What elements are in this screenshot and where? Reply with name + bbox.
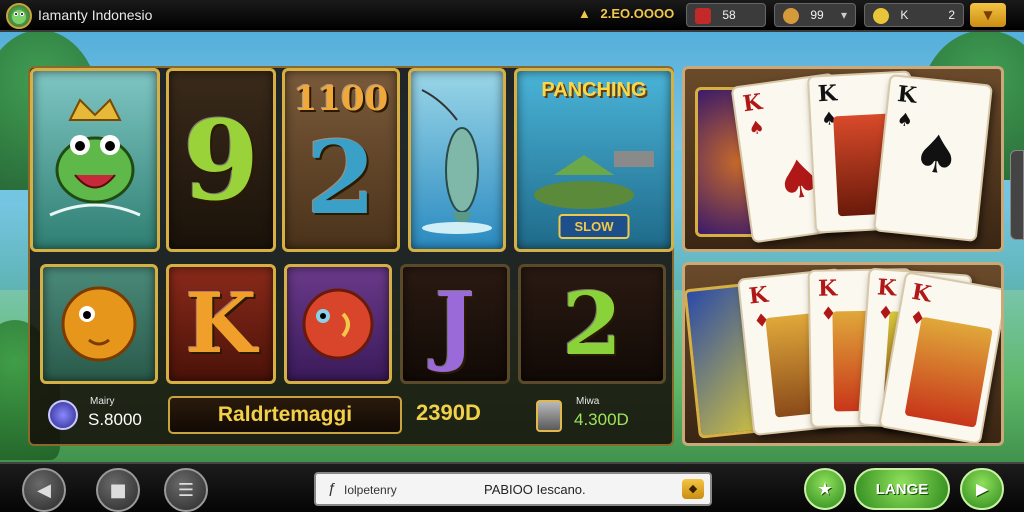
red-gem-icon	[695, 8, 711, 24]
counter-1[interactable]: 58	[686, 3, 766, 27]
search-placeholder: Iolpetenry	[344, 483, 397, 497]
search-value: PABIOO Iescano.	[484, 482, 586, 497]
card-rank: K	[747, 281, 770, 310]
reel-tile-9[interactable]: 9	[166, 68, 276, 252]
coin-icon	[783, 8, 799, 24]
jackpot-display: ▲ 2.EO.OOOO	[578, 6, 674, 21]
trophy-icon: ▲	[578, 6, 591, 21]
arrow-right-icon: ▶	[976, 481, 988, 498]
card-panel-top: K ♠ ♠ K ♠ K ♠ ♠	[682, 66, 1004, 252]
arrow-left-icon: ◀	[37, 479, 51, 501]
frog-icon	[49, 98, 141, 217]
left-value: S.8000	[88, 410, 142, 429]
left-label: Mairy	[90, 396, 115, 407]
menu-button[interactable]: ☰	[164, 468, 208, 512]
king-face-art	[904, 316, 993, 428]
next-button[interactable]: ▶	[960, 468, 1004, 510]
home-button[interactable]: ■	[96, 468, 140, 512]
reel-tile-1100[interactable]: 1100 2	[282, 68, 400, 252]
reel-tile-panching[interactable]: PANCHING SLOW	[514, 68, 674, 252]
card-suit: ♠	[747, 116, 767, 140]
search-icon: ƒ	[328, 480, 337, 497]
gold-coin-icon	[873, 8, 889, 24]
lange-button[interactable]: LANGE	[854, 468, 950, 510]
counter-3-value: 2	[948, 8, 955, 22]
bottom-bar: ◀ ■ ☰ ƒ Iolpetenry PABIOO Iescano. ◆ ★ L…	[0, 462, 1024, 512]
card-suit: ♠	[895, 109, 914, 132]
jackpot-value: 2.EO.OOOO	[600, 6, 675, 21]
search-input[interactable]: ƒ Iolpetenry PABIOO Iescano. ◆	[314, 472, 712, 506]
playing-card[interactable]: K ♠ ♠	[873, 73, 993, 243]
reel-tile-j[interactable]: J	[400, 264, 510, 384]
counter-3[interactable]: K 2	[864, 3, 964, 27]
treasure-chest-icon[interactable]	[536, 400, 562, 432]
menu-dropdown-button[interactable]: ▼	[970, 3, 1006, 27]
card-panel-bottom: K ♦ K ♦ K ♦ K ♦	[682, 262, 1004, 446]
reel-tile-k[interactable]: K	[166, 264, 276, 384]
card-rank: K	[909, 278, 934, 308]
square-icon: ■	[109, 479, 127, 501]
reels-footer: Mairy S.8000 Raldrtemaggi 2390D Miwa 4.3…	[30, 388, 672, 444]
fish-coin-icon	[302, 288, 374, 360]
hamburger-icon: ☰	[177, 479, 195, 501]
symbol-2: 2	[562, 273, 622, 375]
center-value: 2390D	[416, 400, 481, 425]
reel-tile-frog[interactable]	[30, 68, 160, 252]
card-rank: K	[817, 80, 838, 108]
card-suit-large: ♠	[910, 123, 963, 188]
reel-tile-fish-coin[interactable]	[284, 264, 392, 384]
card-rank: K	[876, 274, 898, 302]
lange-label: LANGE	[875, 480, 929, 498]
counter-1-value: 58	[722, 8, 736, 23]
reel-tile-fishing[interactable]	[408, 68, 506, 252]
card-rank: K	[741, 88, 764, 118]
app-title: Iamanty Indonesio	[38, 7, 153, 23]
right-value: 4.300D	[574, 410, 629, 429]
symbol-9: 9	[182, 95, 260, 225]
card-rank: K	[817, 275, 838, 302]
frog-logo-icon[interactable]	[6, 3, 32, 29]
right-label: Miwa	[576, 396, 600, 407]
chevron-down-icon: ▼	[983, 8, 993, 22]
symbol-k: K	[185, 276, 257, 372]
counter-2-value: 99	[810, 8, 824, 23]
slot-reels-panel: 9 1100 2 PANCHING SLOW K J 2 Mairy S.800…	[28, 66, 674, 446]
island-icon	[534, 151, 654, 209]
counter-2[interactable]: 99 ▾	[774, 3, 856, 27]
top-bar: Iamanty Indonesio ▲ 2.EO.OOOO 58 99 ▾ K …	[0, 0, 1024, 32]
fishing-fish-icon	[421, 89, 492, 234]
star-icon: ★	[818, 481, 832, 498]
goldfish-icon	[61, 286, 137, 362]
reel-tile-goldfish[interactable]	[40, 264, 158, 384]
symbol-j: J	[434, 273, 476, 375]
card-rank: K	[896, 81, 918, 109]
symbol-number: 1100	[293, 79, 389, 119]
gem-coin-icon	[48, 400, 78, 430]
counter-3-label: K	[900, 8, 909, 23]
slow-button[interactable]: SLOW	[558, 214, 630, 239]
symbol-2: 2	[306, 119, 376, 237]
side-panel-tab[interactable]	[1010, 150, 1024, 240]
panching-label: PANCHING	[541, 79, 647, 101]
chevron-down-icon: ▾	[840, 8, 847, 22]
reel-tile-2[interactable]: 2	[518, 264, 666, 384]
player-name-plate[interactable]: Raldrtemaggi	[168, 396, 402, 434]
star-button[interactable]: ★	[804, 468, 846, 510]
search-go-button[interactable]: ◆	[682, 479, 704, 499]
back-button[interactable]: ◀	[22, 468, 66, 512]
